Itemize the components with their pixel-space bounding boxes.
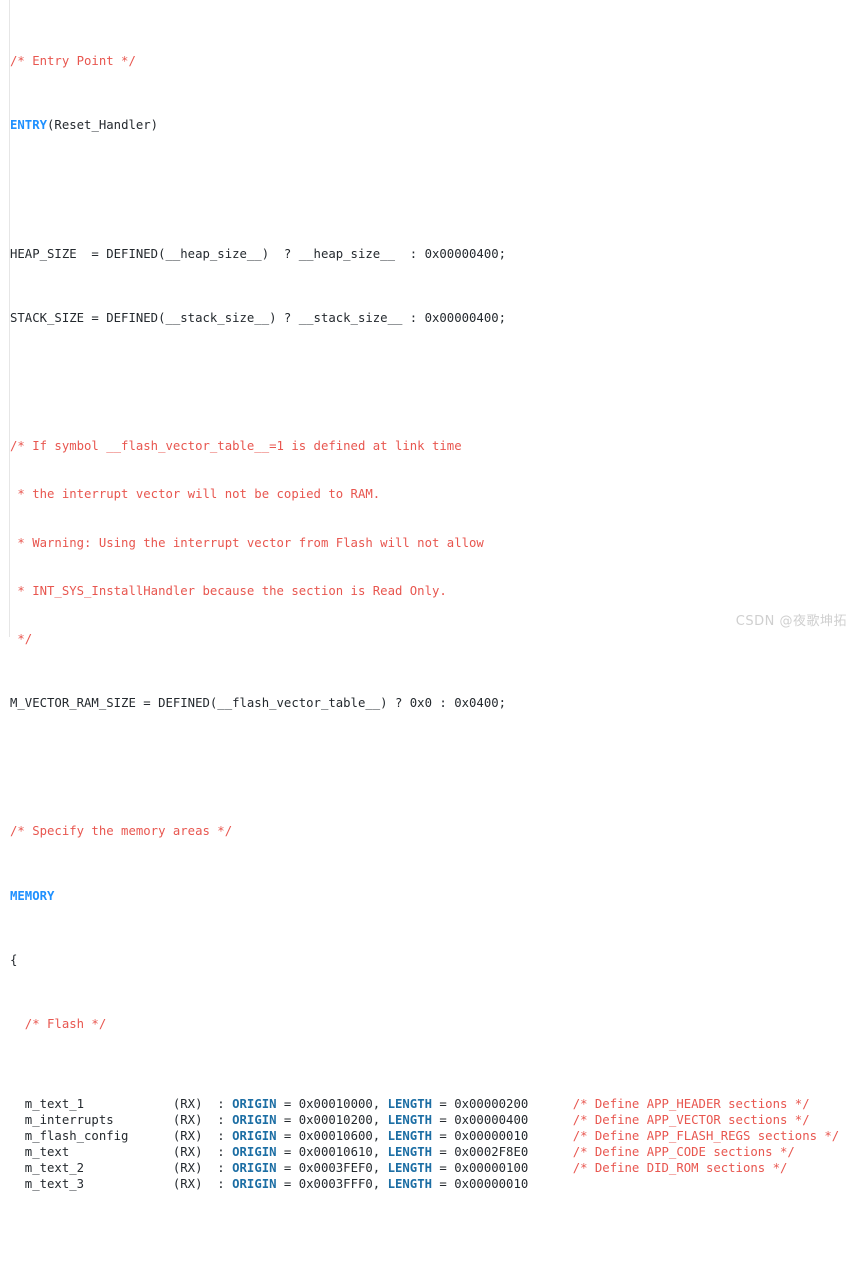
memory-region-row: m_text (RX) : ORIGIN = 0x00010610, LENGT… (10, 1144, 857, 1160)
region-name: m_text_2 (10, 1161, 173, 1176)
origin-value: = 0x00010200, (276, 1113, 388, 1128)
comment-spacer (528, 1097, 572, 1111)
region-name: m_text_3 (10, 1177, 173, 1192)
origin-keyword: ORIGIN (232, 1161, 277, 1176)
code-line: M_VECTOR_RAM_SIZE = DEFINED(__flash_vect… (10, 695, 857, 711)
region-comment: /* Define APP_FLASH_REGS sections */ (572, 1129, 840, 1144)
comment-flash-vector-2: * the interrupt vector will not be copie… (10, 487, 381, 502)
comment-spacer (528, 1145, 572, 1159)
length-value: = 0x00000010 (432, 1129, 529, 1144)
length-value: = 0x00000100 (432, 1161, 529, 1176)
code-editor[interactable]: /* Entry Point */ ENTRY(Reset_Handler) H… (0, 0, 857, 1191)
origin-value: = 0x00010000, (276, 1097, 388, 1112)
keyword-entry: ENTRY (10, 118, 48, 133)
comment-flash: /* Flash */ (10, 1016, 107, 1031)
comment-memory-areas: /* Specify the memory areas */ (10, 824, 233, 839)
memory-region-row: m_text_3 (RX) : ORIGIN = 0x0003FFF0, LEN… (10, 1176, 857, 1192)
length-value: = 0x00000400 (432, 1113, 529, 1128)
vector-ram-size-decl: M_VECTOR_RAM_SIZE = DEFINED(__flash_vect… (10, 696, 507, 711)
comment-flash-vector-1: /* If symbol __flash_vector_table__=1 is… (10, 439, 462, 454)
origin-keyword: ORIGIN (232, 1145, 277, 1160)
region-name: m_flash_config (10, 1129, 173, 1144)
memory-region-group-flash: m_text_1 (RX) : ORIGIN = 0x00010000, LEN… (10, 1096, 857, 1192)
length-keyword: LENGTH (387, 1161, 433, 1176)
keyword-memory: MEMORY (10, 888, 55, 903)
comment-spacer (528, 1113, 572, 1127)
origin-keyword: ORIGIN (232, 1097, 277, 1112)
code-line: { (10, 952, 857, 968)
origin-value: = 0x00010610, (276, 1145, 388, 1160)
memory-region-row: m_text_1 (RX) : ORIGIN = 0x00010000, LEN… (10, 1096, 857, 1112)
code-line: /* If symbol __flash_vector_table__=1 is… (10, 438, 857, 454)
code-line: STACK_SIZE = DEFINED(__stack_size__) ? _… (10, 310, 857, 326)
length-keyword: LENGTH (387, 1097, 433, 1112)
region-attributes: (RX) : (172, 1113, 233, 1128)
region-comment: /* Define DID_ROM sections */ (572, 1161, 788, 1176)
origin-value: = 0x0003FEF0, (276, 1161, 388, 1176)
heap-size-decl: HEAP_SIZE = DEFINED(__heap_size__) ? __h… (10, 246, 507, 261)
code-line: /* Flash */ (10, 1016, 857, 1032)
region-attributes: (RX) : (172, 1161, 233, 1176)
region-attributes: (RX) : (172, 1097, 233, 1112)
memory-region-row: m_flash_config (RX) : ORIGIN = 0x0001060… (10, 1128, 857, 1144)
watermark: CSDN @夜歌坤拓 (735, 614, 847, 629)
comment-spacer (528, 1161, 572, 1175)
region-name: m_interrupts (10, 1113, 173, 1128)
length-keyword: LENGTH (387, 1145, 433, 1160)
length-value: = 0x00000200 (432, 1097, 529, 1112)
code-line: */ (10, 631, 857, 647)
code-line: * the interrupt vector will not be copie… (10, 486, 857, 502)
comment-flash-vector-3: * Warning: Using the interrupt vector fr… (10, 535, 484, 550)
region-comment: /* Define APP_HEADER sections */ (572, 1097, 810, 1112)
region-attributes: (RX) : (172, 1145, 233, 1160)
origin-keyword: ORIGIN (232, 1177, 277, 1192)
code-line: * Warning: Using the interrupt vector fr… (10, 535, 857, 551)
stack-size-decl: STACK_SIZE = DEFINED(__stack_size__) ? _… (10, 310, 507, 325)
memory-open-brace: { (10, 952, 18, 967)
memory-region-row: m_text_2 (RX) : ORIGIN = 0x0003FEF0, LEN… (10, 1160, 857, 1176)
editor-gutter (0, 0, 10, 637)
code-line: /* Entry Point */ (10, 53, 857, 69)
code-content[interactable]: /* Entry Point */ ENTRY(Reset_Handler) H… (10, 5, 857, 1274)
comment-entry-point: /* Entry Point */ (10, 54, 136, 69)
region-name: m_text (10, 1145, 173, 1160)
code-line: /* Specify the memory areas */ (10, 823, 857, 839)
length-value: = 0x00000010 (432, 1177, 529, 1192)
region-name: m_text_1 (10, 1097, 173, 1112)
length-keyword: LENGTH (387, 1177, 433, 1192)
region-attributes: (RX) : (172, 1129, 233, 1144)
code-line: HEAP_SIZE = DEFINED(__heap_size__) ? __h… (10, 246, 857, 262)
region-attributes: (RX) : (172, 1177, 233, 1192)
entry-args: (Reset_Handler) (47, 118, 159, 133)
length-keyword: LENGTH (387, 1113, 433, 1128)
memory-region-row: m_interrupts (RX) : ORIGIN = 0x00010200,… (10, 1112, 857, 1128)
code-line: ENTRY(Reset_Handler) (10, 117, 857, 133)
origin-value: = 0x0003FFF0, (276, 1177, 388, 1192)
origin-value: = 0x00010600, (276, 1129, 388, 1144)
length-keyword: LENGTH (387, 1129, 433, 1144)
comment-flash-vector-4: * INT_SYS_InstallHandler because the sec… (10, 583, 447, 598)
length-value: = 0x0002F8E0 (432, 1145, 529, 1160)
region-comment: /* Define APP_VECTOR sections */ (572, 1113, 810, 1128)
code-line: * INT_SYS_InstallHandler because the sec… (10, 583, 857, 599)
comment-flash-vector-close: */ (10, 631, 33, 646)
region-comment: /* Define APP_CODE sections */ (572, 1145, 795, 1160)
origin-keyword: ORIGIN (232, 1129, 277, 1144)
code-line: MEMORY (10, 888, 857, 904)
origin-keyword: ORIGIN (232, 1113, 277, 1128)
comment-spacer (528, 1129, 572, 1143)
